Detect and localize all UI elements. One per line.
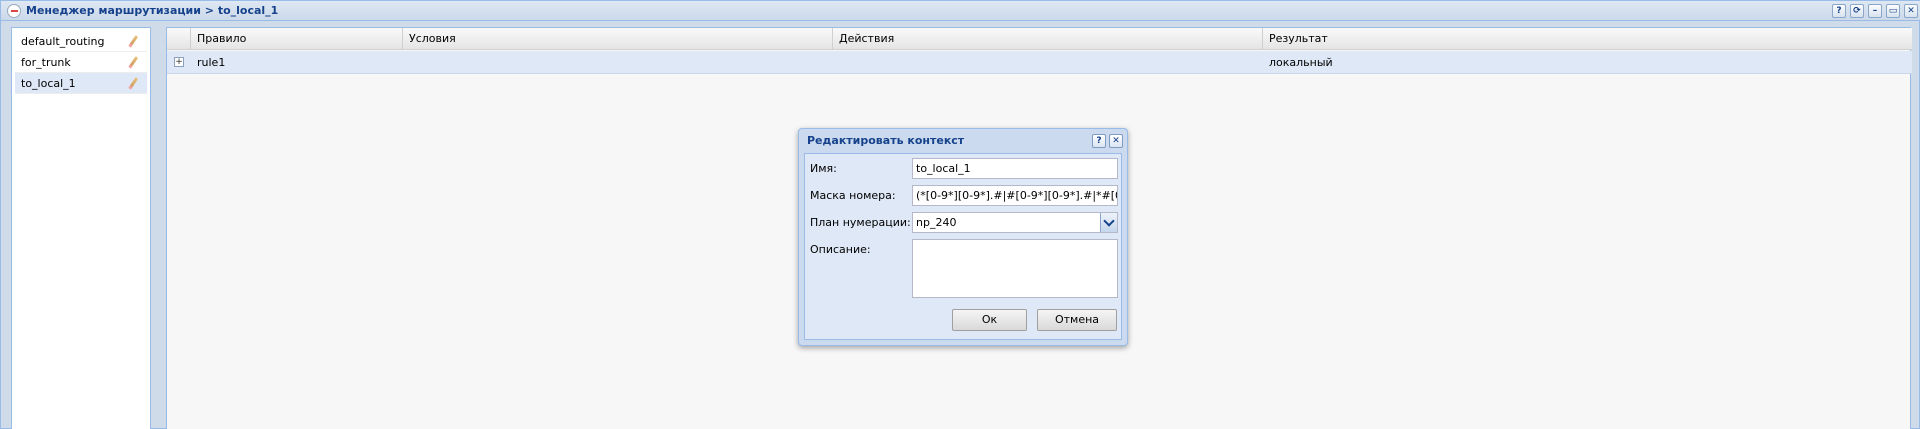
column-header-rule[interactable]: Правило (191, 28, 403, 50)
rule-cell: rule1 (197, 56, 226, 69)
description-label: Описание: (810, 243, 871, 256)
result-cell: локальный (1269, 56, 1333, 69)
ok-button[interactable]: Ок (952, 309, 1027, 331)
context-item-label: for_trunk (21, 56, 71, 69)
help-icon[interactable]: ? (1832, 4, 1846, 18)
window-titlebar: Менеджер маршрутизации > to_local_1 ? ⟳ … (1, 1, 1920, 21)
name-field[interactable]: to_local_1 (912, 158, 1118, 179)
dialog-title: Редактировать контекст (807, 134, 965, 147)
edit-context-dialog: Редактировать контекст ? ✕ Имя: to_local… (798, 128, 1128, 346)
mask-label: Маска номера: (810, 189, 896, 202)
context-item-label: to_local_1 (21, 77, 76, 90)
description-field[interactable] (912, 239, 1118, 298)
dialog-help-icon[interactable]: ? (1092, 134, 1106, 148)
close-icon[interactable]: ✕ (1904, 4, 1918, 18)
table-row[interactable]: + rule1 локальный (167, 51, 1912, 74)
restore-icon[interactable]: ▭ (1886, 4, 1900, 18)
routing-app-icon (7, 4, 21, 18)
edit-pencil-icon[interactable] (126, 77, 139, 90)
column-header-conditions[interactable]: Условия (403, 28, 833, 50)
window-title: Менеджер маршрутизации > to_local_1 (26, 4, 279, 17)
refresh-icon[interactable]: ⟳ (1850, 4, 1864, 18)
contexts-list: default_routing for_trunk to_local_1 (11, 27, 151, 429)
edit-pencil-icon[interactable] (126, 56, 139, 69)
numbering-plan-select[interactable]: np_240 (912, 212, 1118, 233)
context-item-default-routing[interactable]: default_routing (15, 31, 147, 52)
dialog-form: Имя: to_local_1 Маска номера: (*[0-9*][0… (804, 153, 1122, 340)
chevron-down-icon[interactable] (1100, 213, 1117, 232)
expand-plus-icon[interactable]: + (174, 57, 184, 67)
cancel-button[interactable]: Отмена (1037, 309, 1117, 331)
minimize-icon[interactable]: – (1868, 4, 1882, 18)
mask-field[interactable]: (*[0-9*][0-9*].#|#[0-9*][0-9*].#|*#[0-9*… (912, 185, 1118, 206)
routing-manager-window: Менеджер маршрутизации > to_local_1 ? ⟳ … (0, 0, 1920, 429)
context-item-to-local-1[interactable]: to_local_1 (15, 73, 147, 94)
numbering-plan-value: np_240 (916, 216, 957, 229)
edit-pencil-icon[interactable] (126, 35, 139, 48)
expander-column-header (167, 28, 191, 50)
name-label: Имя: (810, 162, 837, 175)
context-item-label: default_routing (21, 35, 105, 48)
context-item-for-trunk[interactable]: for_trunk (15, 52, 147, 73)
numbering-plan-label: План нумерации: (810, 216, 911, 229)
column-header-result[interactable]: Результат (1263, 28, 1912, 50)
grid-header: Правило Условия Действия Результат (167, 28, 1912, 50)
dialog-close-icon[interactable]: ✕ (1109, 134, 1123, 148)
column-header-actions[interactable]: Действия (833, 28, 1263, 50)
